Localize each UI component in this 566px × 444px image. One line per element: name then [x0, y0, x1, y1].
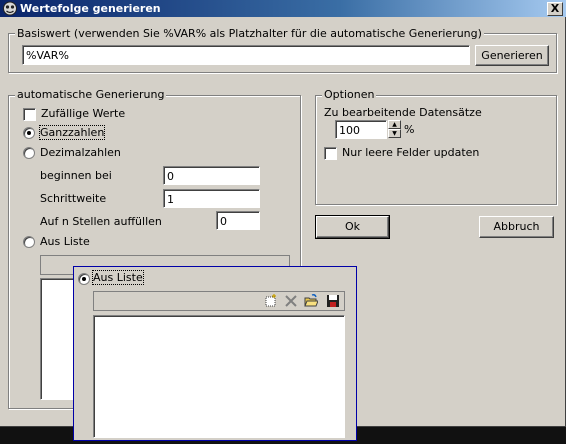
- radio-selected-dot: [27, 131, 31, 135]
- delete-icon[interactable]: [284, 294, 298, 308]
- close-icon: X: [550, 2, 560, 15]
- records-spin-up[interactable]: ▲: [388, 120, 401, 129]
- auto-generation-legend: automatische Generierung: [15, 88, 167, 101]
- records-input[interactable]: 100: [335, 120, 387, 139]
- integers-label: Ganzzahlen: [38, 125, 106, 140]
- random-values-checkbox[interactable]: [23, 108, 36, 121]
- start-label: beginnen bei: [40, 169, 112, 182]
- title-bar[interactable]: Wertefolge generieren X: [0, 0, 566, 17]
- random-values-label: Zufällige Werte: [41, 107, 126, 120]
- step-label: Schrittweite: [40, 192, 107, 205]
- pad-input[interactable]: 0: [216, 211, 260, 230]
- zoom-from-list-label: Aus Liste: [92, 270, 144, 285]
- integers-radio[interactable]: [23, 127, 35, 139]
- zoom-values-list[interactable]: [93, 315, 345, 438]
- window-title: Wertefolge generieren: [20, 2, 161, 15]
- zoom-from-list-radio[interactable]: [78, 273, 90, 285]
- options-legend: Optionen: [322, 88, 377, 101]
- decimals-label: Dezimalzahlen: [40, 146, 121, 159]
- zoom-list-toolbar: [93, 291, 345, 311]
- arrow-up-icon: ▲: [392, 121, 397, 128]
- pad-label: Auf n Stellen auffüllen: [40, 215, 162, 228]
- records-spin-down[interactable]: ▼: [388, 129, 401, 138]
- step-input[interactable]: 1: [163, 189, 260, 208]
- close-button[interactable]: X: [547, 2, 563, 16]
- ok-button[interactable]: Ok: [315, 215, 390, 239]
- empty-only-checkbox[interactable]: [324, 147, 337, 160]
- zoom-callout-panel: Aus Liste: [73, 266, 357, 441]
- save-disk-icon[interactable]: [326, 294, 340, 308]
- radio-selected-dot: [82, 277, 86, 281]
- new-item-icon[interactable]: [264, 294, 278, 308]
- app-icon: [3, 1, 17, 16]
- start-input[interactable]: 0: [163, 166, 260, 185]
- base-value-input[interactable]: %VAR%: [22, 45, 470, 65]
- from-list-radio[interactable]: [23, 236, 35, 248]
- base-value-legend: Basiswert (verwenden Sie %VAR% als Platz…: [15, 27, 484, 40]
- from-list-label: Aus Liste: [40, 235, 90, 248]
- empty-only-label: Nur leere Felder updaten: [342, 146, 480, 159]
- open-folder-icon[interactable]: [304, 294, 318, 308]
- arrow-down-icon: ▼: [392, 130, 397, 137]
- generate-button[interactable]: Generieren: [475, 45, 549, 66]
- cancel-button[interactable]: Abbruch: [479, 216, 554, 238]
- decimals-radio[interactable]: [23, 147, 35, 159]
- records-label: Zu bearbeitende Datensätze: [324, 106, 482, 119]
- records-unit: %: [404, 123, 415, 136]
